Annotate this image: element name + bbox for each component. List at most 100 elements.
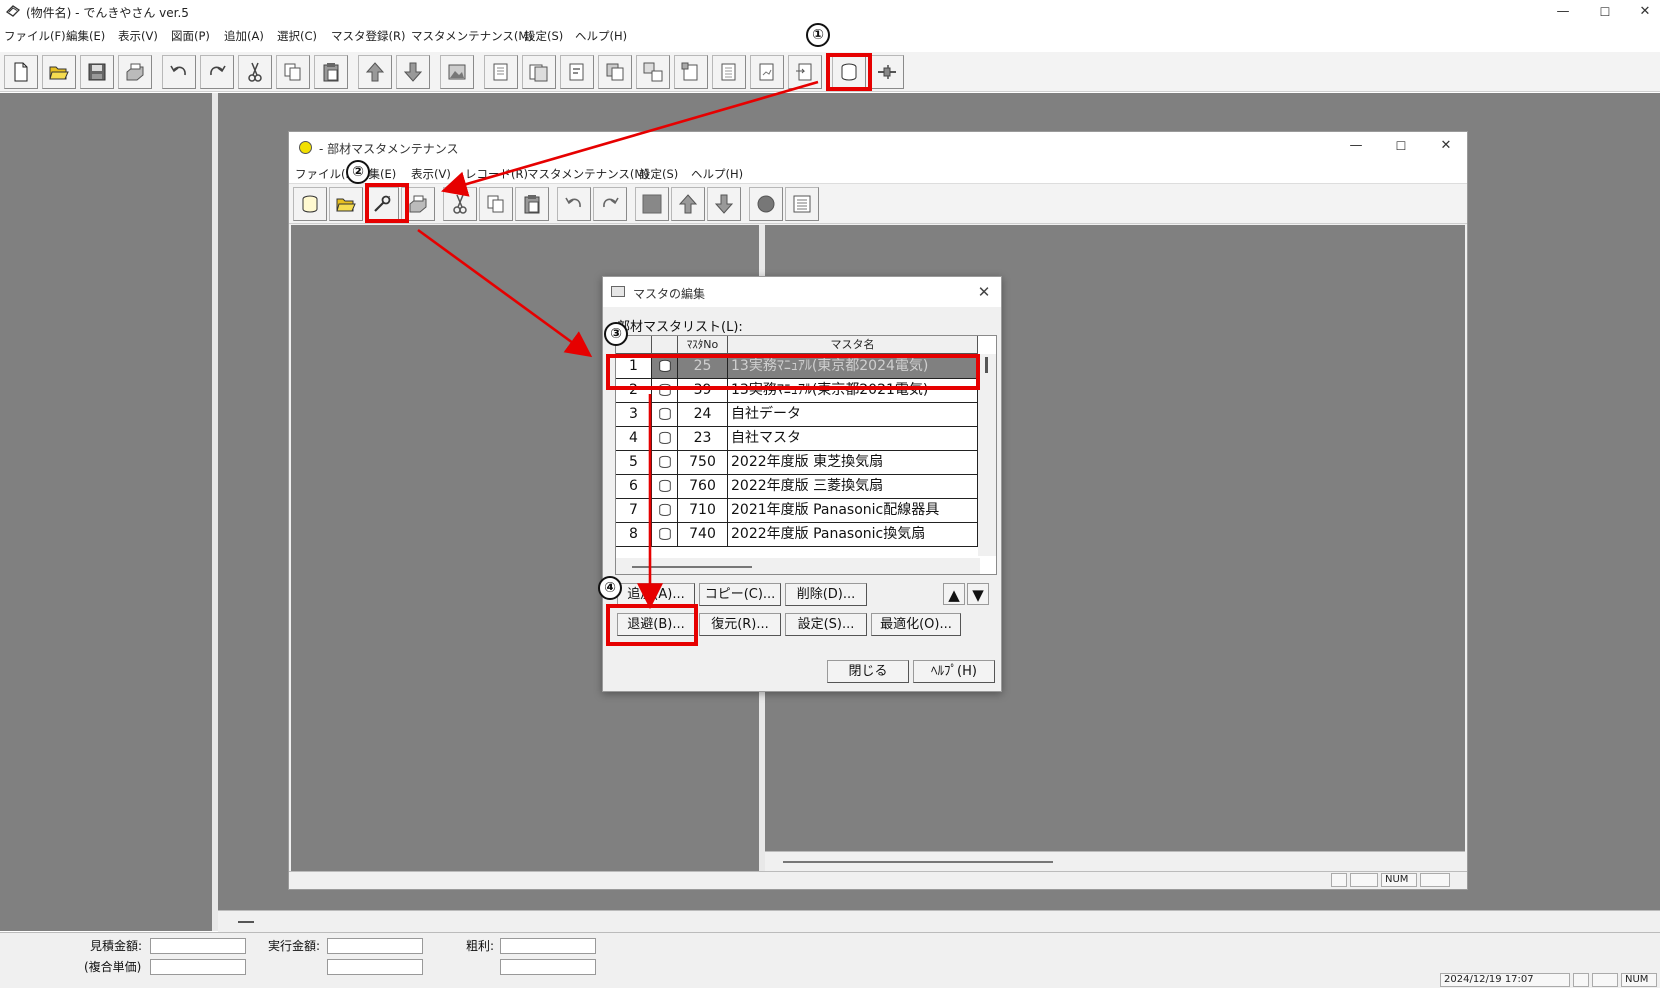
child-undo-button[interactable] — [557, 187, 591, 221]
child-paste-button[interactable] — [515, 187, 549, 221]
workspace-splitter[interactable] — [212, 93, 218, 931]
sheet-7-button[interactable] — [712, 55, 746, 89]
sheet-2-button[interactable] — [522, 55, 556, 89]
child-move-down-button[interactable] — [707, 187, 741, 221]
new-file-button[interactable] — [4, 55, 38, 89]
move-down-button[interactable] — [396, 55, 430, 89]
dialog-close-btn[interactable]: 閉じる — [827, 660, 909, 683]
datetime-display: 2024/12/19 17:07 — [1440, 973, 1570, 987]
row-database-icon — [652, 475, 678, 498]
menu-select[interactable]: 選択(C) — [277, 28, 317, 44]
child-minimize-button[interactable]: — — [1341, 136, 1371, 156]
minimize-button[interactable]: — — [1548, 2, 1578, 22]
plug-icon — [878, 65, 896, 79]
master-settings-button[interactable]: 設定(S)... — [785, 613, 867, 636]
table-row[interactable]: 5 750 2022年度版 東芝換気扇 — [616, 451, 978, 475]
grid-vscroll-thumb[interactable] — [985, 357, 988, 373]
scissors-icon — [453, 194, 467, 214]
open-master-button[interactable] — [293, 187, 327, 221]
arrow-up-icon — [365, 62, 385, 82]
child-menu-bar: ファイル(F) 編集(E) 表示(V) レコード(R) マスタメンテナンス(M)… — [289, 162, 1467, 184]
open-file-button[interactable] — [42, 55, 76, 89]
child-redo-button[interactable] — [593, 187, 627, 221]
sheet-3-button[interactable] — [560, 55, 594, 89]
child-right-scrollbar[interactable] — [765, 851, 1465, 871]
dialog-close-button[interactable]: ✕ — [973, 281, 995, 303]
table-row[interactable]: 3 24 自社データ — [616, 403, 978, 427]
sheet-5-button[interactable] — [636, 55, 670, 89]
menu-drawing[interactable]: 図面(P) — [171, 28, 210, 44]
sheet-8-button[interactable] — [750, 55, 784, 89]
child-block-button[interactable] — [635, 187, 669, 221]
table-row[interactable]: 4 23 自社マスタ — [616, 427, 978, 451]
main-status-bar: 見積金額: 実行金額: 粗利: (複合単価) 2024/12/19 17:07 … — [0, 932, 1660, 988]
image-button[interactable] — [440, 55, 474, 89]
child-open-folder-button[interactable] — [329, 187, 363, 221]
child-cut-button[interactable] — [443, 187, 477, 221]
child-record-button[interactable] — [749, 187, 783, 221]
grid-vertical-scrollbar[interactable] — [978, 354, 996, 556]
paste-button[interactable] — [314, 55, 348, 89]
dialog-help-button[interactable]: ﾍﾙﾌﾟ(H) — [913, 660, 995, 683]
tools-button[interactable] — [870, 55, 904, 89]
menu-view[interactable]: 表示(V) — [118, 28, 158, 44]
table-row[interactable]: 6 760 2022年度版 三菱換気扇 — [616, 475, 978, 499]
optimize-master-button[interactable]: 最適化(O)... — [871, 613, 961, 636]
status-cell — [1592, 973, 1618, 987]
child-close-button[interactable]: ✕ — [1431, 136, 1461, 156]
menu-help[interactable]: ヘルプ(H) — [575, 28, 627, 44]
header-master-no[interactable]: ﾏｽﾀNo — [678, 336, 728, 354]
child-copy-button[interactable] — [479, 187, 513, 221]
open-folder-icon — [336, 198, 356, 212]
sheet-1-button[interactable] — [484, 55, 518, 89]
move-row-down-button[interactable]: ▼ — [967, 583, 989, 605]
move-up-button[interactable] — [358, 55, 392, 89]
child-toolbar — [289, 184, 1467, 224]
grid-horizontal-scrollbar[interactable] — [616, 558, 980, 574]
cut-button[interactable] — [238, 55, 272, 89]
table-row[interactable]: 8 740 2022年度版 Panasonic換気扇 — [616, 523, 978, 547]
sheet-9-button[interactable] — [788, 55, 822, 89]
sheet-stack-icon — [606, 63, 624, 81]
restore-master-button[interactable]: 復元(R)... — [699, 613, 781, 636]
menu-settings[interactable]: 設定(S) — [524, 28, 563, 44]
menu-master-maintenance[interactable]: マスタメンテナンス(M) — [411, 28, 533, 44]
save-button[interactable] — [80, 55, 114, 89]
sheet-6-button[interactable] — [674, 55, 708, 89]
child-menu-view[interactable]: 表示(V) — [411, 166, 451, 182]
maximize-button[interactable]: ☐ — [1590, 2, 1620, 22]
child-menu-settings[interactable]: 設定(S) — [639, 166, 678, 182]
child-window-title: - 部材マスタメンテナンス — [319, 142, 459, 156]
new-file-icon — [14, 62, 28, 82]
printer-icon — [126, 63, 144, 81]
undo-button[interactable] — [162, 55, 196, 89]
move-row-up-button[interactable]: ▲ — [943, 583, 965, 605]
child-maximize-button[interactable]: ☐ — [1386, 136, 1416, 156]
grid-hscroll-thumb[interactable] — [632, 566, 752, 568]
menu-file[interactable]: ファイル(F) — [4, 28, 66, 44]
header-master-name[interactable]: マスタ名 — [728, 336, 978, 354]
menu-master-register[interactable]: マスタ登録(R) — [331, 28, 405, 44]
add-master-button[interactable]: 追加(A)... — [617, 583, 695, 606]
copy-master-button[interactable]: コピー(C)... — [699, 583, 781, 606]
picture-icon — [448, 64, 466, 80]
child-list-button[interactable] — [785, 187, 819, 221]
workspace-bottom-bar — [218, 910, 1660, 932]
child-scroll-thumb[interactable] — [783, 861, 1053, 863]
table-row[interactable]: 7 710 2021年度版 Panasonic配線器具 — [616, 499, 978, 523]
row-database-icon — [652, 427, 678, 450]
sheet-4-button[interactable] — [598, 55, 632, 89]
child-menu-record[interactable]: レコード(R) — [465, 166, 528, 182]
child-menu-help[interactable]: ヘルプ(H) — [691, 166, 743, 182]
print-button[interactable] — [118, 55, 152, 89]
redo-button[interactable] — [200, 55, 234, 89]
child-move-up-button[interactable] — [671, 187, 705, 221]
menu-add[interactable]: 追加(A) — [224, 28, 264, 44]
workspace-scroll-thumb[interactable] — [238, 921, 254, 923]
delete-master-button[interactable]: 削除(D)... — [785, 583, 867, 606]
sheet-edit-icon — [569, 63, 584, 81]
child-menu-master-maintenance[interactable]: マスタメンテナンス(M) — [527, 166, 649, 182]
close-button[interactable]: ✕ — [1630, 2, 1660, 22]
menu-edit[interactable]: 編集(E) — [66, 28, 105, 44]
copy-button[interactable] — [276, 55, 310, 89]
